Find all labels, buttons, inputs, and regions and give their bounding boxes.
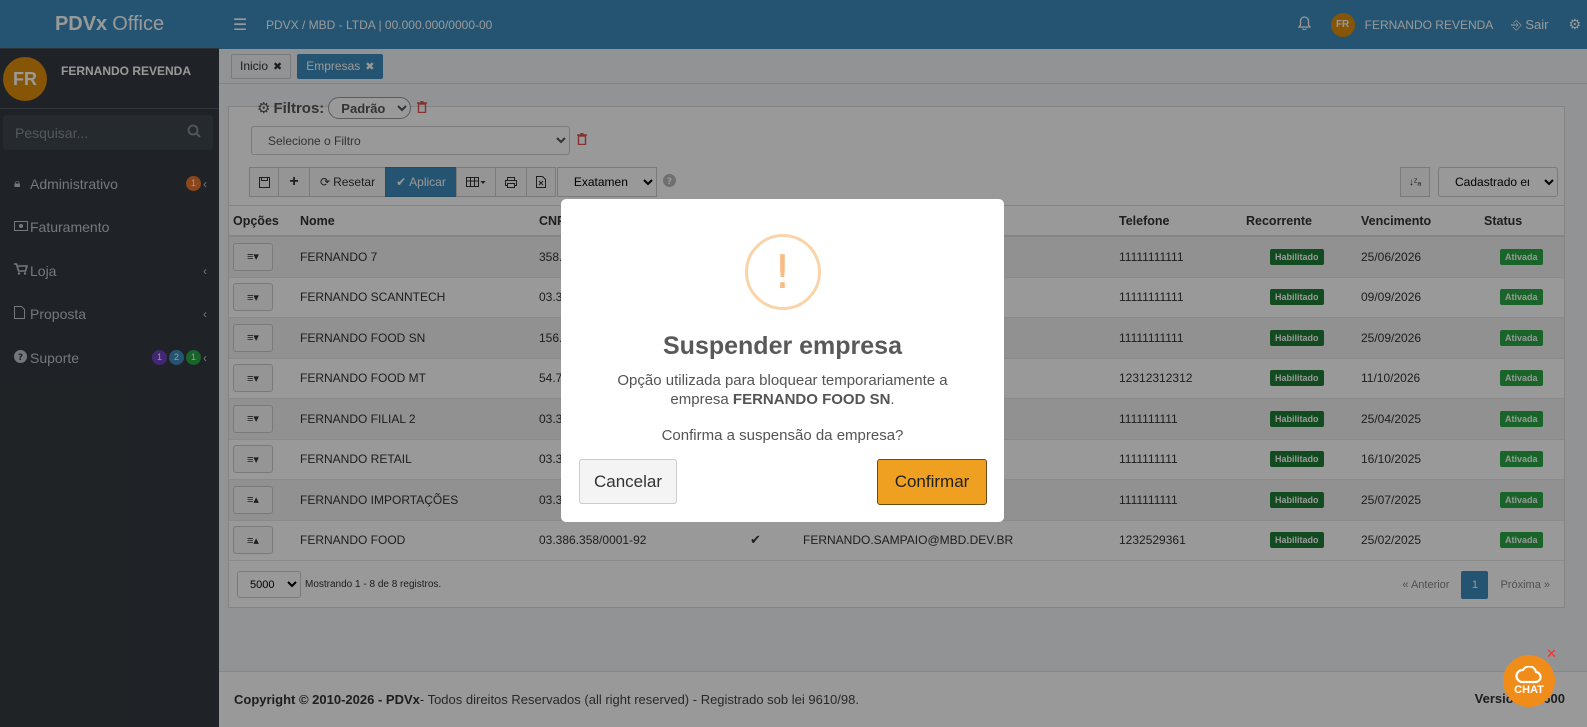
dialog-question: Confirma a suspensão da empresa?	[661, 427, 904, 444]
chat-label: CHAT	[1514, 684, 1544, 696]
dialog-text-after: .	[890, 391, 895, 408]
dialog-company-name: FERNANDO FOOD SN	[732, 391, 891, 408]
cancel-button[interactable]: Cancelar	[579, 459, 677, 504]
confirm-button[interactable]: Confirmar	[877, 459, 987, 505]
chat-widget-button[interactable]: CHAT	[1503, 655, 1555, 707]
suspend-company-dialog: ! Suspender empresa Opção utilizada para…	[561, 199, 1004, 522]
close-icon[interactable]: ✕	[1546, 646, 1557, 662]
warning-icon: !	[744, 234, 821, 310]
chat-cloud-icon	[1515, 666, 1542, 684]
dialog-text: Opção utilizada para bloquear temporaria…	[613, 371, 953, 409]
dialog-title: Suspender empresa	[663, 332, 902, 360]
